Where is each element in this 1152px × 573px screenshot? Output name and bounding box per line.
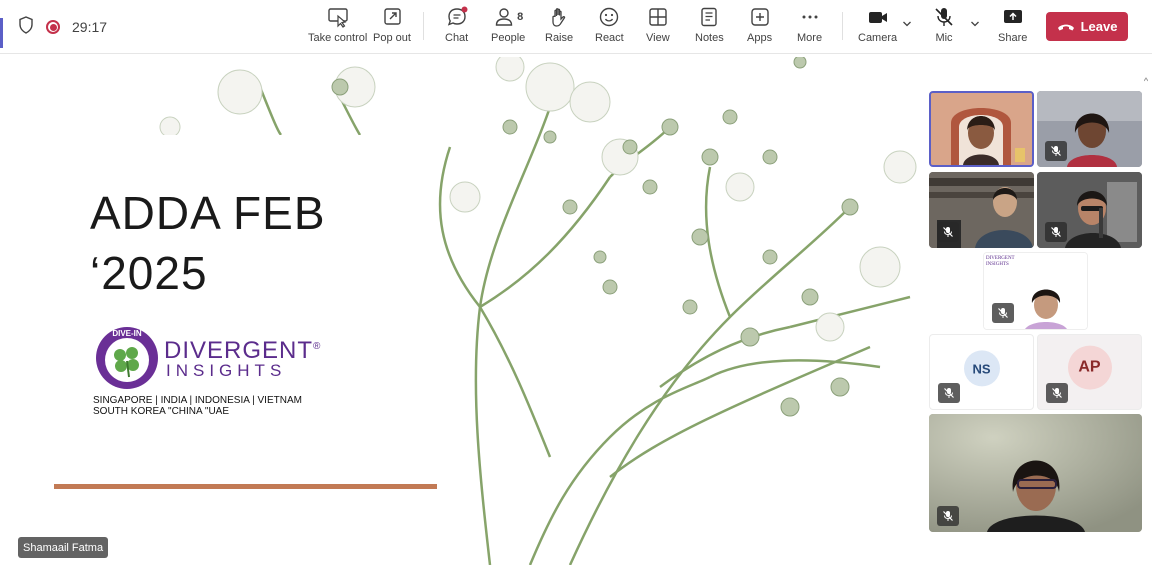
camera-label: Camera xyxy=(858,32,898,44)
share-button[interactable]: Share xyxy=(998,6,1027,50)
avatar: NS xyxy=(963,350,1000,387)
camera-icon xyxy=(868,12,887,23)
people-count: 8 xyxy=(517,11,524,23)
mic-off-icon xyxy=(1051,146,1061,156)
chat-icon xyxy=(447,6,468,26)
clover-logo-icon: DIVE-IN xyxy=(96,327,158,389)
participant-tile[interactable] xyxy=(929,172,1034,248)
raise-hand-button[interactable]: Raise xyxy=(545,6,573,50)
people-label: People xyxy=(491,32,526,44)
apps-button[interactable]: Apps xyxy=(747,6,772,50)
chat-button[interactable]: Chat xyxy=(445,6,468,50)
camera-button[interactable]: Camera xyxy=(858,6,897,50)
pop-out-icon xyxy=(384,8,401,25)
recording-icon xyxy=(46,20,60,34)
window-edge-accent xyxy=(0,18,3,48)
people-button[interactable]: 8 People xyxy=(491,6,525,50)
pop-out-button[interactable]: Pop out xyxy=(373,6,411,50)
participant-mute-indicator xyxy=(992,303,1014,323)
raise-label: Raise xyxy=(545,32,574,44)
slide-title-line-2: ‘2025 xyxy=(90,247,208,299)
participant-mute-indicator xyxy=(937,506,959,526)
participant-tile-ap[interactable]: AP xyxy=(1037,334,1142,410)
add-apps-icon xyxy=(750,8,769,26)
mic-off-icon xyxy=(998,308,1008,318)
participant-video xyxy=(931,93,1032,165)
mic-off-icon xyxy=(944,388,954,398)
logo-badge-text: DIVE-IN xyxy=(112,329,142,338)
hand-icon xyxy=(552,8,566,27)
hang-up-icon xyxy=(1057,24,1074,30)
slide-locations: SINGAPORE | INDIA | INDONESIA | VIETNAM … xyxy=(93,395,302,417)
take-control-icon xyxy=(327,8,348,28)
view-button[interactable]: View xyxy=(646,6,670,50)
take-control-label: Take control xyxy=(308,32,368,44)
mic-off-icon xyxy=(1051,227,1061,237)
avatar: AP xyxy=(1067,345,1112,390)
more-button[interactable]: More xyxy=(797,6,822,50)
mic-off-icon xyxy=(1052,388,1062,398)
toolbar-divider xyxy=(423,12,424,40)
share-screen-icon xyxy=(1003,10,1022,23)
participant-tile[interactable] xyxy=(1037,91,1142,167)
react-button[interactable]: React xyxy=(595,6,624,50)
slide-title-line-1: ADDA FEB xyxy=(90,187,326,239)
meeting-toolbar: 29:17 Take control Pop out Chat 8 People… xyxy=(0,0,1152,54)
chat-label: Chat xyxy=(445,32,469,44)
mic-off-icon xyxy=(935,8,953,26)
brand-subtitle: INSIGHTS xyxy=(166,361,287,380)
view-label: View xyxy=(646,32,670,44)
shield-icon xyxy=(18,15,34,39)
notes-label: Notes xyxy=(695,32,724,44)
gallery-scrollbar[interactable] xyxy=(1143,70,1149,560)
shared-screen: ADDA FEB ‘2025 DIVE-IN DIVERGENT® INSIGH… xyxy=(10,57,923,565)
people-icon xyxy=(495,8,513,26)
participant-mute-indicator xyxy=(1045,222,1067,242)
leave-label: Leave xyxy=(1080,19,1118,34)
participant-mute-indicator xyxy=(1045,141,1067,161)
mic-off-icon xyxy=(943,511,953,521)
notes-button[interactable]: Notes xyxy=(695,6,724,50)
presenter-name-tag: Shamaail Fatma xyxy=(18,537,109,558)
mic-label: Mic xyxy=(935,32,953,44)
participant-mute-indicator xyxy=(937,222,959,242)
locations-line-2: SOUTH KOREA "CHINA "UAE xyxy=(93,406,230,417)
grid-view-icon xyxy=(649,8,667,26)
camera-options-chevron-icon[interactable] xyxy=(902,18,912,32)
mini-slide-logo: DIVERGENT INSIGHTS xyxy=(986,256,1015,267)
participant-mute-indicator xyxy=(938,383,960,403)
meeting-timer: 29:17 xyxy=(72,19,108,35)
mic-button[interactable]: Mic xyxy=(933,6,955,50)
apps-label: Apps xyxy=(747,32,773,44)
react-label: React xyxy=(595,32,624,44)
slide-accent-bar xyxy=(54,484,437,489)
more-label: More xyxy=(797,32,823,44)
participant-tile-ns[interactable]: NS xyxy=(929,334,1034,410)
slide-title: ADDA FEB ‘2025 xyxy=(90,183,326,303)
more-icon xyxy=(802,15,818,19)
take-control-button[interactable]: Take control xyxy=(308,6,367,50)
smiley-icon xyxy=(600,7,619,27)
leave-button[interactable]: Leave xyxy=(1046,12,1128,41)
participant-mute-indicator xyxy=(1046,383,1068,403)
participant-tile-large[interactable] xyxy=(929,414,1142,532)
participant-tile[interactable] xyxy=(1037,172,1142,248)
participant-video xyxy=(929,414,1142,532)
toolbar-divider xyxy=(842,12,843,40)
mic-options-chevron-icon[interactable] xyxy=(970,18,980,32)
pop-out-label: Pop out xyxy=(373,32,411,44)
mic-off-icon xyxy=(943,227,953,237)
locations-line-1: SINGAPORE | INDIA | INDONESIA | VIETNAM xyxy=(93,395,302,406)
notes-icon xyxy=(701,7,718,27)
participant-tile[interactable]: DIVERGENT INSIGHTS xyxy=(983,252,1088,330)
participant-tile-active-speaker[interactable] xyxy=(929,91,1034,167)
meeting-status: 29:17 xyxy=(18,0,107,54)
share-label: Share xyxy=(998,32,1028,44)
